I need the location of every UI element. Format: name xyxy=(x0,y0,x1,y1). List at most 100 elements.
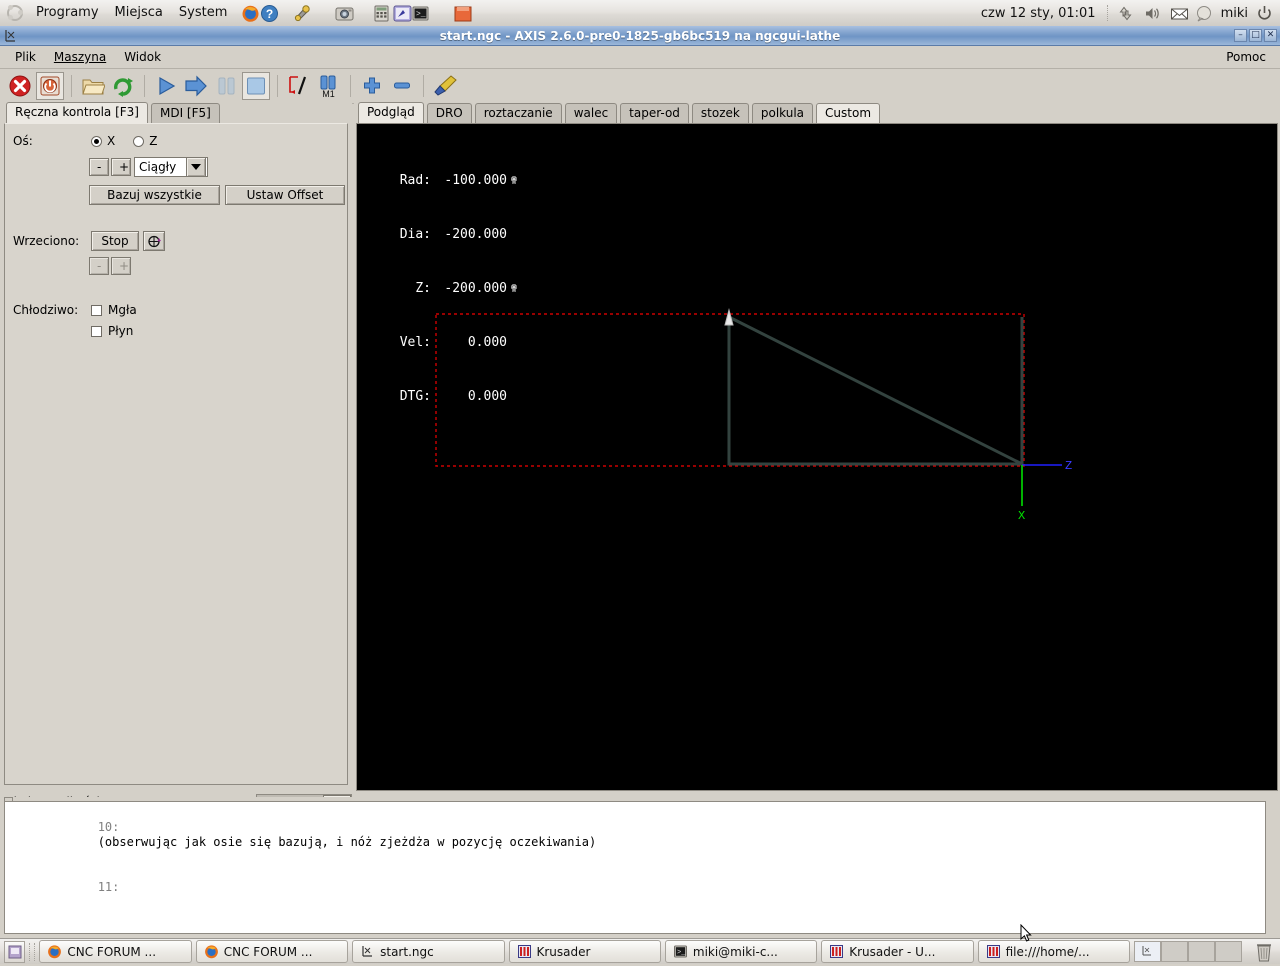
stop-program-button[interactable] xyxy=(242,72,270,100)
help-icon[interactable]: ? xyxy=(260,4,279,23)
mail-icon[interactable] xyxy=(1169,4,1188,23)
spindle-label: Wrzeciono: xyxy=(13,234,80,248)
menu-maszyna[interactable]: Maszyna xyxy=(45,48,115,66)
zoom-out-button[interactable] xyxy=(388,72,416,100)
task-button-krusader-u[interactable]: Krusader - U... xyxy=(821,940,974,963)
spindle-cw-icon[interactable] xyxy=(143,231,165,251)
firefox-icon[interactable] xyxy=(241,4,260,23)
gnome-top-panel: Programy Miejsca System ? >_ czw 12 sty,… xyxy=(0,0,1280,27)
estop-button[interactable] xyxy=(6,72,34,100)
window-body: Ręczna kontrola [F3] MDI [F5] Oś: X Z - xyxy=(0,102,1280,938)
step-program-button[interactable] xyxy=(182,72,210,100)
spindle-plus-button[interactable]: + xyxy=(111,257,131,275)
task-button-start-ngc[interactable]: start.ngc xyxy=(352,940,505,963)
tab-taper-od[interactable]: taper-od xyxy=(620,103,689,123)
workspace-2[interactable] xyxy=(1161,941,1188,962)
run-program-button[interactable] xyxy=(152,72,180,100)
task-button-cnc-forum-2[interactable]: CNC FORUM ... xyxy=(195,940,349,963)
tab-mdi[interactable]: MDI [F5] xyxy=(150,103,220,123)
tab-roztaczanie[interactable]: roztaczanie xyxy=(474,103,562,123)
gnome-tool-icon[interactable] xyxy=(293,4,312,23)
trash-icon[interactable] xyxy=(1252,941,1276,963)
zoom-in-button[interactable] xyxy=(358,72,386,100)
menu-pomoc[interactable]: Pomoc xyxy=(1217,48,1280,66)
window-minimize-button[interactable]: – xyxy=(1234,29,1247,42)
tab-stozek[interactable]: stozek xyxy=(691,103,749,123)
window-titlebar[interactable]: start.ngc - AXIS 2.6.0-pre0-1825-gb6bc51… xyxy=(0,26,1280,46)
home-all-button[interactable]: Bazuj wszystkie xyxy=(89,185,220,205)
workspace-switcher[interactable] xyxy=(1134,941,1242,962)
panel-username[interactable]: miki xyxy=(1221,6,1248,21)
backplot-canvas[interactable]: Rad: -100.000 ✟ Dia: -200.000 Z: -200.00… xyxy=(356,123,1278,791)
toolbar: M1 xyxy=(0,69,1280,104)
toolpath-drawing: Z X xyxy=(435,308,1072,523)
panel-clock[interactable]: czw 12 sty, 01:01 xyxy=(981,6,1100,21)
gcode-line[interactable]: 12: G0 z-200 f2000 (start posuwu szybkie… xyxy=(5,925,1265,933)
menu-plik[interactable]: Plik xyxy=(6,48,45,66)
pause-program-button[interactable] xyxy=(212,72,240,100)
menu-miejsca[interactable]: Miejsca xyxy=(107,2,171,24)
window-close-button[interactable]: ✕ xyxy=(1264,29,1277,42)
spindle-minus-button[interactable]: - xyxy=(89,257,109,275)
coolant-mist-checkbox[interactable] xyxy=(91,304,102,316)
toggle-block-delete-button[interactable] xyxy=(285,72,313,100)
jog-minus-button[interactable]: - xyxy=(89,158,109,176)
firefox-icon xyxy=(47,944,62,959)
tab-walec[interactable]: walec xyxy=(564,103,618,123)
workspace-3[interactable] xyxy=(1188,941,1215,962)
network-icon[interactable] xyxy=(1117,4,1136,23)
open-file-button[interactable] xyxy=(79,72,107,100)
task-label: Krusader xyxy=(536,944,591,959)
terminal-icon[interactable]: >_ xyxy=(411,4,430,23)
gcode-line[interactable]: 11: xyxy=(5,865,1265,925)
reload-file-button[interactable] xyxy=(109,72,137,100)
axis-radio-z[interactable] xyxy=(133,135,145,147)
show-desktop-icon[interactable] xyxy=(4,940,26,963)
manual-control-panel: Oś: X Z - + Ciągły Bazuj wszystkie Ustaw… xyxy=(4,123,348,785)
task-button-terminal[interactable]: >_ miki@miki-c... xyxy=(664,940,818,963)
coolant-mist-label: Mgła xyxy=(108,303,137,317)
tab-podglad[interactable]: Podgląd xyxy=(358,102,424,123)
jog-increment-select[interactable]: Ciągły xyxy=(134,157,208,177)
power-icon[interactable] xyxy=(1255,4,1274,23)
desktop: Programy Miejsca System ? >_ czw 12 sty,… xyxy=(0,0,1280,964)
mouse-cursor xyxy=(1020,923,1032,943)
task-button-krusader[interactable]: Krusader xyxy=(508,940,661,963)
jog-plus-button[interactable]: + xyxy=(111,158,131,176)
coolant-flood-label: Płyn xyxy=(108,324,134,338)
coolant-flood-checkbox[interactable] xyxy=(91,325,102,337)
chevron-down-icon[interactable] xyxy=(186,157,206,177)
terminal-icon: >_ xyxy=(673,944,688,959)
axis-icon[interactable] xyxy=(392,4,412,23)
files-icon[interactable] xyxy=(452,4,476,23)
preview-pane: Podgląd DRO roztaczanie walec taper-od s… xyxy=(354,102,1280,794)
krusader-icon xyxy=(517,944,532,959)
window-title: start.ngc - AXIS 2.6.0-pre0-1825-gb6bc51… xyxy=(439,28,841,43)
tab-dro[interactable]: DRO xyxy=(426,103,472,123)
tab-custom[interactable]: Custom xyxy=(816,103,881,123)
volume-icon[interactable] xyxy=(1143,4,1162,23)
user-status-icon[interactable] xyxy=(1195,4,1214,23)
calculator-icon[interactable] xyxy=(373,4,392,23)
task-label: CNC FORUM ... xyxy=(67,944,157,959)
tab-reczna-kontrola[interactable]: Ręczna kontrola [F3] xyxy=(6,102,148,123)
task-button-cnc-forum-1[interactable]: CNC FORUM ... xyxy=(39,940,192,963)
window-maximize-button[interactable]: □ xyxy=(1249,29,1262,42)
gcode-line[interactable]: 10: (obserwując jak osie się bazują, i n… xyxy=(5,805,1265,865)
workspace-4[interactable] xyxy=(1215,941,1242,962)
camera-icon[interactable] xyxy=(334,4,354,23)
gcode-listing[interactable]: 10: (obserwując jak osie się bazują, i n… xyxy=(4,801,1266,934)
task-button-file-home[interactable]: file:///home/... xyxy=(977,940,1130,963)
axis-radio-x[interactable] xyxy=(91,135,102,147)
tab-polkula[interactable]: polkula xyxy=(751,103,814,123)
power-button[interactable] xyxy=(36,72,64,100)
toggle-optional-stop-button[interactable]: M1 xyxy=(315,72,343,100)
menu-widok[interactable]: Widok xyxy=(115,48,170,66)
set-offset-button[interactable]: Ustaw Offset xyxy=(225,185,345,205)
menu-system[interactable]: System xyxy=(171,2,235,24)
workspace-1[interactable] xyxy=(1134,941,1161,962)
menu-programy[interactable]: Programy xyxy=(28,2,107,24)
task-label: Krusader - U... xyxy=(849,944,936,959)
clear-backplot-button[interactable] xyxy=(431,72,459,100)
spindle-stop-button[interactable]: Stop xyxy=(91,231,139,251)
